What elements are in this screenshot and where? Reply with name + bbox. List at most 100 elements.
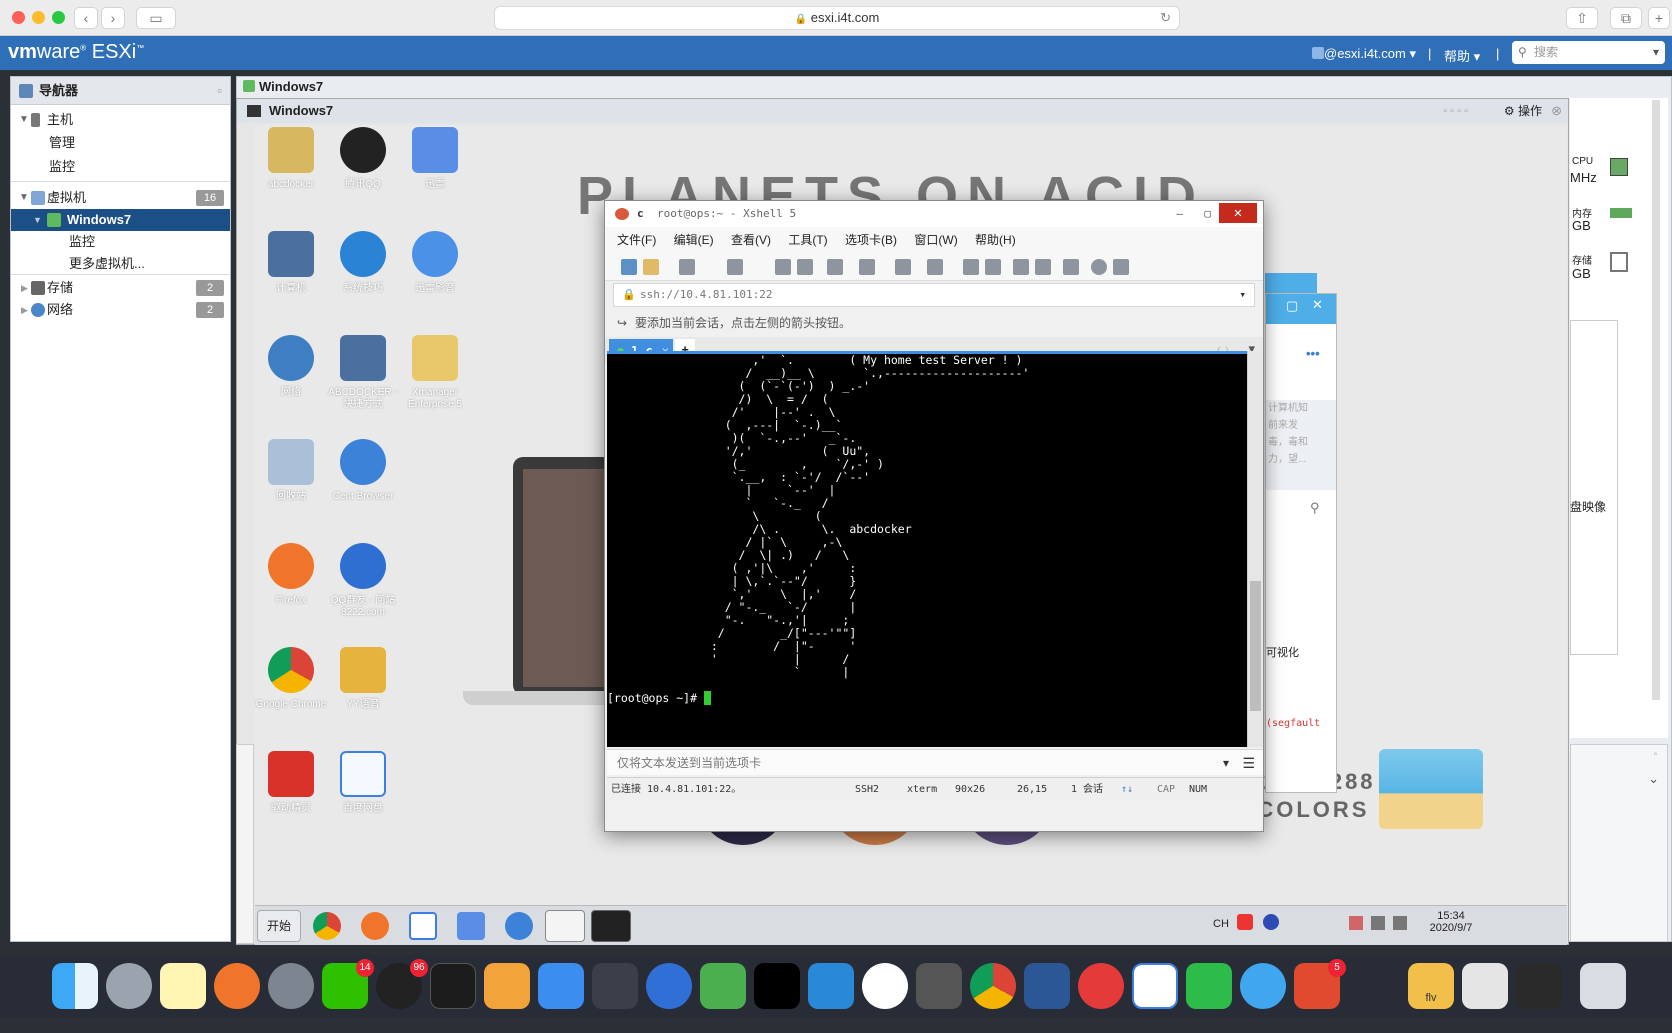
baidu-netdisk-icon[interactable] xyxy=(1132,963,1178,1009)
taskbar-cent-browser-icon[interactable] xyxy=(505,912,533,940)
search-input[interactable]: ⚲ 搜索 ▾ xyxy=(1512,41,1665,64)
trash-icon[interactable] xyxy=(1580,963,1626,1009)
desktop-icon-computer[interactable]: 计算机 xyxy=(255,231,327,295)
collapse-icon[interactable]: ▫ xyxy=(1653,749,1657,760)
open-folder-icon[interactable] xyxy=(643,259,659,275)
arrow-icon[interactable]: ↪ xyxy=(617,309,627,337)
desktop-icon-yy[interactable]: YY语音 xyxy=(327,647,399,711)
terminal-screen[interactable]: ,' `. ( My home test Server ! ) / __)__ … xyxy=(607,351,1247,747)
send-text-input[interactable]: 仅将文本发送到当前选项卡 ▾ ☰ xyxy=(607,749,1263,775)
close-icon[interactable]: ✕ xyxy=(1312,297,1323,313)
chat-search-icon[interactable] xyxy=(646,963,692,1009)
sidebar-item-host-monitor[interactable]: 监控 xyxy=(11,156,230,178)
sidebar-item-vms[interactable]: ▼ 虚拟机 16 xyxy=(11,187,230,209)
menu-file[interactable]: 文件(F) xyxy=(617,233,656,247)
minimize-icon[interactable]: — xyxy=(1176,201,1183,227)
maximize-icon[interactable]: ▢ xyxy=(1286,298,1298,314)
transfer-icon[interactable] xyxy=(859,259,875,275)
firefox-icon[interactable] xyxy=(214,963,260,1009)
expand-icon[interactable]: ▼ xyxy=(33,209,42,231)
new-session-icon[interactable] xyxy=(621,259,637,275)
expand-icon[interactable]: ▶ xyxy=(21,299,28,321)
cloud-app-icon[interactable] xyxy=(538,963,584,1009)
chevron-down-icon[interactable]: ▾ xyxy=(1223,750,1229,776)
sidebar-item-vm-monitor[interactable]: 监控 xyxy=(11,231,230,253)
sublime-icon[interactable] xyxy=(484,963,530,1009)
font-icon[interactable] xyxy=(927,259,943,275)
tray-language[interactable]: CH xyxy=(1213,918,1229,930)
taskbar-xunlei-icon[interactable] xyxy=(457,912,485,940)
maximize-icon[interactable]: ▢ xyxy=(1204,201,1211,227)
desktop-icon-qq[interactable]: 腾讯QQ xyxy=(327,127,399,191)
chrome-icon[interactable] xyxy=(970,963,1016,1009)
flv-file-icon[interactable]: flv xyxy=(1408,963,1454,1009)
chevron-down-icon[interactable]: ▾ xyxy=(1653,41,1659,64)
desktop-icon-xmanager[interactable]: Xmanager Enterprise 5 xyxy=(399,335,471,411)
taskbar-firefox-icon[interactable] xyxy=(361,912,389,940)
desktop-icon-abcdocker-shortcut[interactable]: ABCDOCKER - 快捷方式 xyxy=(327,335,399,411)
help-icon[interactable] xyxy=(1091,259,1107,275)
properties-icon[interactable] xyxy=(727,259,743,275)
taskbar-baidu-icon[interactable] xyxy=(409,912,437,940)
terminal-icon[interactable] xyxy=(430,963,476,1009)
keyboard-icon[interactable] xyxy=(1063,259,1079,275)
lock-icon[interactable] xyxy=(1035,259,1051,275)
markdown-editor-icon[interactable] xyxy=(592,963,638,1009)
finder-icon[interactable] xyxy=(52,963,98,1009)
menu-edit[interactable]: 编辑(E) xyxy=(674,233,714,247)
desktop-icon-firefox[interactable]: Firefox xyxy=(255,543,327,607)
expand-icon[interactable]: ▼ xyxy=(19,109,29,131)
document-stack-icon[interactable] xyxy=(1462,963,1508,1009)
zoom-window-button[interactable] xyxy=(52,11,65,24)
iqiyi-icon[interactable] xyxy=(1186,963,1232,1009)
tray-clock[interactable]: 15:34 2020/9/7 xyxy=(1427,910,1475,934)
scrollbar[interactable] xyxy=(1652,100,1660,700)
sidebar-toggle-icon[interactable]: ▭ xyxy=(136,7,176,29)
sidebar-item-manage[interactable]: 管理 xyxy=(11,132,230,154)
desktop-icon-chrome[interactable]: Google Chrome xyxy=(255,647,327,711)
chat-link[interactable]: 可视化 xyxy=(1266,644,1299,660)
taskbar-xshell-icon[interactable] xyxy=(545,910,585,942)
session-address-bar[interactable]: 🔒 ssh://10.4.81.101:22 ▾ xyxy=(613,283,1255,307)
menu-tab[interactable]: 选项卡(B) xyxy=(845,233,897,247)
connect-icon[interactable] xyxy=(679,259,695,275)
tray-volume-icon[interactable] xyxy=(1393,916,1407,930)
scrollbar-thumb[interactable] xyxy=(1250,581,1261,711)
expand-icon[interactable]: ▼ xyxy=(19,187,29,209)
netease-music-icon[interactable] xyxy=(1078,963,1124,1009)
xmanager-icon[interactable] xyxy=(985,259,1001,275)
mail-app-icon[interactable] xyxy=(862,963,908,1009)
menu-icon[interactable]: ☰ xyxy=(1242,750,1255,776)
launchpad-icon[interactable] xyxy=(106,963,152,1009)
taskbar-vm-icon[interactable] xyxy=(591,910,631,942)
close-window-button[interactable] xyxy=(12,11,25,24)
safari-icon[interactable] xyxy=(1240,963,1286,1009)
desktop-icon-cent-browser[interactable]: Cent Browser xyxy=(327,439,399,503)
console-toolbar-icons[interactable]: ▫ ▫ ▫ ▫ xyxy=(1443,99,1468,123)
office-icon[interactable]: 5 xyxy=(1294,959,1346,1009)
globe-icon[interactable] xyxy=(895,259,911,275)
new-tab-icon[interactable]: + xyxy=(1648,7,1670,29)
forward-button[interactable]: › xyxy=(101,7,125,29)
minimize-window-button[interactable] xyxy=(32,11,45,24)
desktop-icon-ie[interactable]: 系统技巧 xyxy=(327,231,399,295)
find-icon[interactable] xyxy=(797,259,813,275)
chevron-down-icon[interactable]: ⌄ xyxy=(1648,771,1659,787)
desktop-icon-xunlei[interactable]: 迅雷 xyxy=(399,127,471,191)
menu-view[interactable]: 查看(V) xyxy=(731,233,771,247)
reload-icon[interactable]: ↻ xyxy=(1160,7,1171,29)
chevron-down-icon[interactable]: ▾ xyxy=(1239,284,1246,306)
desktop-icon-driver-genius[interactable]: 驱动精灵 xyxy=(255,751,327,815)
tray-monitor-icon[interactable] xyxy=(1371,916,1385,930)
fullscreen-icon[interactable] xyxy=(1013,259,1029,275)
hex-app-icon[interactable] xyxy=(700,963,746,1009)
notes-icon[interactable] xyxy=(160,963,206,1009)
vscode-icon[interactable] xyxy=(808,963,854,1009)
tray-network-icon[interactable] xyxy=(1349,916,1363,930)
url-bar[interactable]: 🔒 esxi.i4t.com ↻ xyxy=(494,6,1180,30)
print-icon[interactable] xyxy=(827,259,843,275)
back-button[interactable]: ‹ xyxy=(74,7,98,29)
start-button[interactable]: 开始 xyxy=(257,910,301,942)
tray-sogou-icon[interactable] xyxy=(1237,914,1253,930)
intellij-icon[interactable] xyxy=(754,963,800,1009)
